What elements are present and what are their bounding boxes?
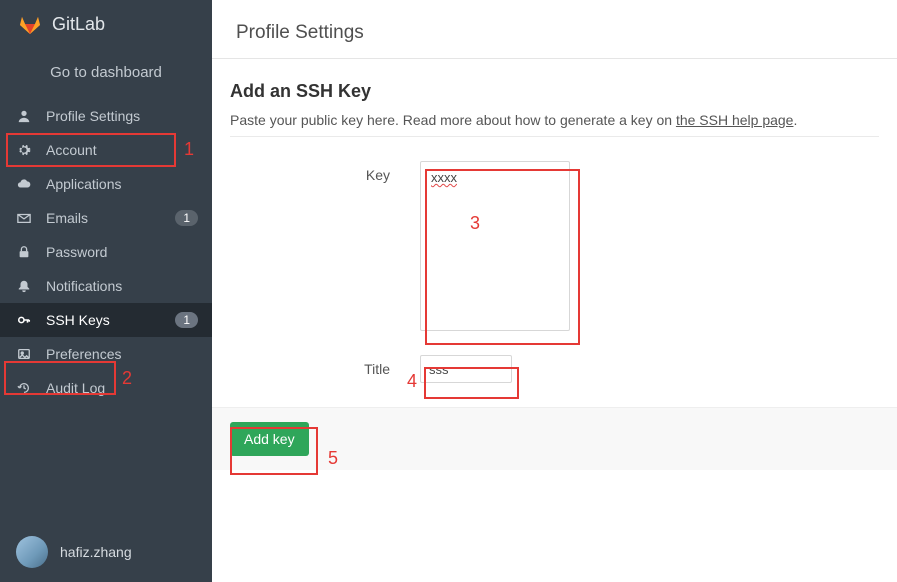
sidebar-item-notifications[interactable]: Notifications	[0, 269, 212, 303]
key-textarea[interactable]: xxxx	[420, 161, 570, 331]
sidebar-badge: 1	[175, 312, 198, 328]
history-icon	[16, 380, 32, 396]
topbar: Profile Settings	[212, 0, 897, 59]
help-text: Paste your public key here. Read more ab…	[230, 112, 879, 128]
sidebar-item-label: Audit Log	[46, 380, 105, 396]
title-input[interactable]	[420, 355, 512, 383]
key-icon	[16, 312, 32, 328]
avatar	[16, 536, 48, 568]
content: Add an SSH Key Paste your public key her…	[212, 59, 897, 407]
sidebar-item-label: Profile Settings	[46, 108, 140, 124]
sidebar-item-label: Preferences	[46, 346, 121, 362]
bell-icon	[16, 278, 32, 294]
sidebar-item-label: Applications	[46, 176, 122, 192]
form-row-key: Key xxxx	[230, 161, 879, 331]
user-name: hafiz.zhang	[60, 544, 132, 560]
user-icon	[16, 108, 32, 124]
sidebar-item-audit-log[interactable]: Audit Log	[0, 371, 212, 405]
sidebar-item-emails[interactable]: Emails 1	[0, 201, 212, 235]
divider	[230, 136, 879, 137]
help-post: .	[793, 112, 797, 128]
dashboard-link[interactable]: Go to dashboard	[0, 50, 212, 99]
sidebar-item-ssh-keys[interactable]: SSH Keys 1	[0, 303, 212, 337]
sidebar-item-label: Account	[46, 142, 97, 158]
main: Profile Settings Add an SSH Key Paste yo…	[212, 0, 897, 582]
gitlab-logo-icon	[18, 12, 42, 36]
sidebar: GitLab Go to dashboard Profile Settings …	[0, 0, 212, 582]
sidebar-item-account[interactable]: Account	[0, 133, 212, 167]
title-label: Title	[230, 355, 420, 377]
key-label: Key	[230, 161, 420, 183]
sidebar-nav: Profile Settings Account Applications Em…	[0, 99, 212, 405]
sidebar-badge: 1	[175, 210, 198, 226]
cloud-icon	[16, 176, 32, 192]
sidebar-item-preferences[interactable]: Preferences	[0, 337, 212, 371]
lock-icon	[16, 244, 32, 260]
help-pre: Paste your public key here. Read more ab…	[230, 112, 676, 128]
form-footer: Add key	[212, 407, 897, 470]
add-key-button[interactable]: Add key	[230, 422, 309, 456]
gear-icon	[16, 142, 32, 158]
brand-label: GitLab	[52, 14, 105, 35]
sidebar-item-label: Emails	[46, 210, 88, 226]
form-row-title: Title	[230, 355, 879, 383]
page-title: Profile Settings	[236, 22, 873, 44]
sidebar-item-label: Notifications	[46, 278, 122, 294]
sidebar-item-label: Password	[46, 244, 107, 260]
ssh-help-link[interactable]: the SSH help page	[676, 112, 794, 128]
image-icon	[16, 346, 32, 362]
sidebar-item-profile-settings[interactable]: Profile Settings	[0, 99, 212, 133]
sidebar-item-applications[interactable]: Applications	[0, 167, 212, 201]
user-block[interactable]: hafiz.zhang	[0, 522, 212, 582]
sidebar-item-label: SSH Keys	[46, 312, 110, 328]
section-heading: Add an SSH Key	[230, 81, 879, 102]
brand: GitLab	[0, 0, 212, 50]
sidebar-item-password[interactable]: Password	[0, 235, 212, 269]
envelope-icon	[16, 210, 32, 226]
